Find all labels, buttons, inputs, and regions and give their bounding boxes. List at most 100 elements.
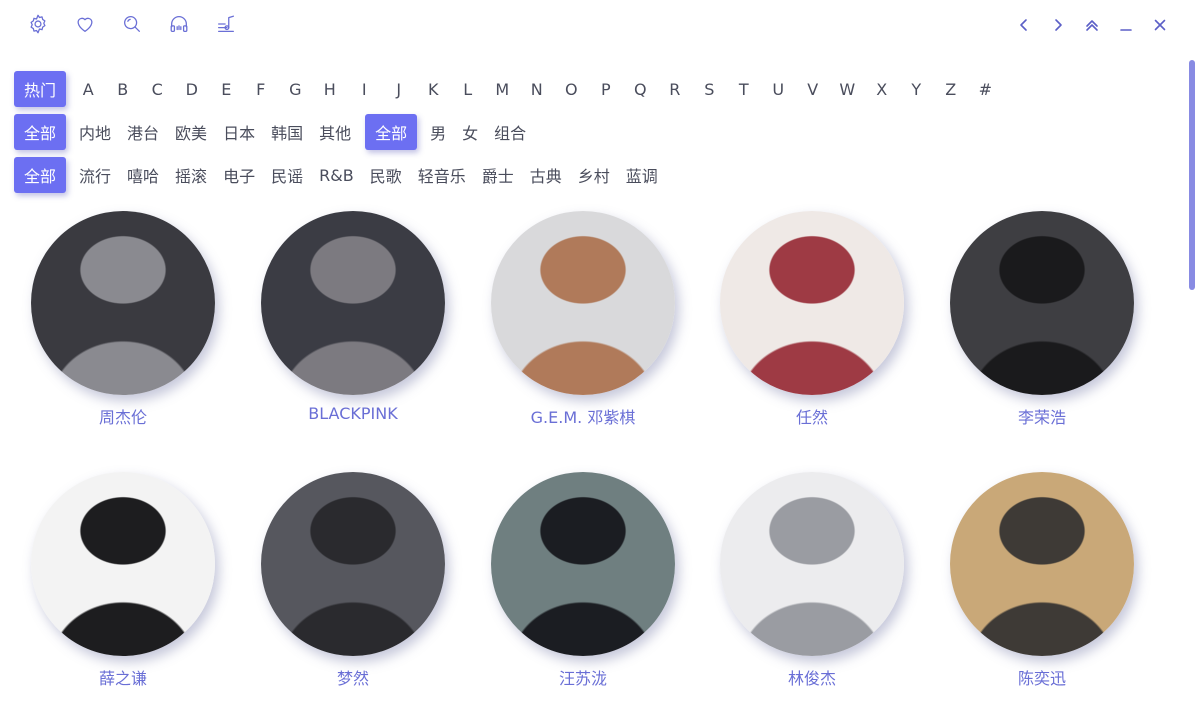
artist-card[interactable]: 汪苏泷	[491, 472, 675, 689]
filter-letter[interactable]: X	[865, 71, 900, 107]
artist-name[interactable]: 汪苏泷	[559, 665, 607, 689]
artist-name[interactable]: 林俊杰	[788, 665, 836, 689]
genre-filter-row: 全部 流行 嘻哈 摇滚 电子 民谣 R&B 民歌 轻音乐 爵士 古典 乡村 蓝调	[14, 157, 666, 193]
filter-letter[interactable]: Z	[934, 71, 969, 107]
music-list-icon[interactable]	[214, 12, 238, 36]
filter-region-6[interactable]: 其他	[311, 114, 359, 150]
filter-genre-1[interactable]: 流行	[71, 157, 119, 193]
filter-genre-2[interactable]: 嘻哈	[119, 157, 167, 193]
filter-letter[interactable]: V	[796, 71, 831, 107]
artist-name[interactable]: 任然	[796, 404, 828, 428]
settings-icon[interactable]	[26, 12, 50, 36]
filter-genre-12[interactable]: 蓝调	[618, 157, 666, 193]
artist-avatar[interactable]	[491, 211, 675, 395]
filter-genre-0[interactable]: 全部	[14, 157, 67, 193]
artist-name[interactable]: 薛之谦	[99, 665, 147, 689]
filter-letter[interactable]: D	[175, 71, 210, 107]
artist-avatar[interactable]	[720, 472, 904, 656]
filter-letter[interactable]: U	[761, 71, 796, 107]
artist-name[interactable]: 李荣浩	[1018, 404, 1066, 428]
artist-avatar[interactable]	[950, 211, 1134, 395]
filter-genre-5[interactable]: 民谣	[263, 157, 311, 193]
artist-avatar[interactable]	[720, 211, 904, 395]
window-controls	[1015, 14, 1169, 36]
artist-card[interactable]: 周杰伦	[31, 211, 215, 428]
artist-card[interactable]: 梦然	[261, 472, 445, 689]
artist-avatar[interactable]	[261, 472, 445, 656]
filter-letter[interactable]: Y	[899, 71, 934, 107]
filter-genre-6[interactable]: R&B	[311, 157, 362, 193]
filter-region-1[interactable]: 内地	[71, 114, 119, 150]
artist-card[interactable]: 任然	[720, 211, 904, 428]
filter-genre-11[interactable]: 乡村	[570, 157, 618, 193]
artist-card[interactable]: 林俊杰	[720, 472, 904, 689]
filter-letter[interactable]: L	[451, 71, 486, 107]
artist-avatar[interactable]	[31, 211, 215, 395]
scrollbar-thumb[interactable]	[1189, 60, 1195, 290]
artist-card[interactable]: 薛之谦	[31, 472, 215, 689]
artist-name[interactable]: 陈奕迅	[1018, 665, 1066, 689]
artist-name[interactable]: 周杰伦	[99, 404, 147, 428]
toolbar-left	[26, 12, 238, 36]
filter-gender-2[interactable]: 女	[454, 114, 486, 150]
filter-genre-4[interactable]: 电子	[215, 157, 263, 193]
heart-icon[interactable]	[73, 12, 97, 36]
filter-letter[interactable]: Q	[623, 71, 658, 107]
filter-letter[interactable]: #	[968, 71, 1003, 107]
filter-genre-3[interactable]: 摇滚	[167, 157, 215, 193]
filter-letter[interactable]: B	[106, 71, 141, 107]
filter-letter[interactable]: H	[313, 71, 348, 107]
filter-letter[interactable]: E	[209, 71, 244, 107]
artist-avatar[interactable]	[491, 472, 675, 656]
filter-letter[interactable]: F	[244, 71, 279, 107]
artist-name[interactable]: BLACKPINK	[308, 404, 397, 423]
filter-letter[interactable]: J	[382, 71, 417, 107]
filter-gender-3[interactable]: 组合	[486, 114, 534, 150]
filter-region-0[interactable]: 全部	[14, 114, 67, 150]
filter-letter[interactable]: K	[416, 71, 451, 107]
filter-letter[interactable]: W	[830, 71, 865, 107]
filter-genre-10[interactable]: 古典	[522, 157, 570, 193]
filter-genre-9[interactable]: 爵士	[474, 157, 522, 193]
filter-letter[interactable]: S	[692, 71, 727, 107]
filter-letter[interactable]: P	[589, 71, 624, 107]
artist-card[interactable]: BLACKPINK	[261, 211, 445, 423]
back-icon[interactable]	[1015, 14, 1033, 36]
filter-region-2[interactable]: 港台	[119, 114, 167, 150]
artist-name[interactable]: 梦然	[337, 665, 369, 689]
filter-genre-8[interactable]: 轻音乐	[410, 157, 474, 193]
filter-gender-1[interactable]: 男	[422, 114, 454, 150]
initial-filter-row: 热门 A B C D E F G H I J K L M N O P Q R S T U V W X Y Z #	[14, 71, 1003, 107]
filter-hot[interactable]: 热门	[14, 71, 67, 107]
search-icon[interactable]	[120, 12, 144, 36]
collapse-icon[interactable]	[1083, 14, 1101, 36]
artist-card[interactable]: 李荣浩	[950, 211, 1134, 428]
filter-letter[interactable]: C	[140, 71, 175, 107]
filter-letter[interactable]: N	[520, 71, 555, 107]
filter-letter[interactable]: M	[485, 71, 520, 107]
filter-letter[interactable]: G	[278, 71, 313, 107]
headphones-icon[interactable]	[167, 12, 191, 36]
filter-region-3[interactable]: 欧美	[167, 114, 215, 150]
forward-icon[interactable]	[1049, 14, 1067, 36]
artist-avatar[interactable]	[261, 211, 445, 395]
artist-card[interactable]: G.E.M. 邓紫棋	[491, 211, 675, 428]
filter-letter[interactable]: O	[554, 71, 589, 107]
region-list: 全部 内地 港台 欧美 日本 韩国 其他	[14, 114, 359, 150]
filter-letter[interactable]: A	[71, 71, 106, 107]
artist-avatar[interactable]	[950, 472, 1134, 656]
gender-list: 全部男女组合	[365, 114, 534, 150]
close-icon[interactable]	[1151, 14, 1169, 36]
artist-card[interactable]: 陈奕迅	[950, 472, 1134, 689]
minimize-icon[interactable]	[1117, 14, 1135, 36]
filter-letter[interactable]: I	[347, 71, 382, 107]
filter-letter[interactable]: R	[658, 71, 693, 107]
filter-genre-7[interactable]: 民歌	[362, 157, 410, 193]
filter-region-4[interactable]: 日本	[215, 114, 263, 150]
filter-region-5[interactable]: 韩国	[263, 114, 311, 150]
letter-list: A B C D E F G H I J K L M N O P Q R S T U V W X Y Z #	[71, 71, 1003, 107]
artist-avatar[interactable]	[31, 472, 215, 656]
artist-name[interactable]: G.E.M. 邓紫棋	[531, 404, 636, 428]
filter-letter[interactable]: T	[727, 71, 762, 107]
filter-gender-0[interactable]: 全部	[365, 114, 418, 150]
